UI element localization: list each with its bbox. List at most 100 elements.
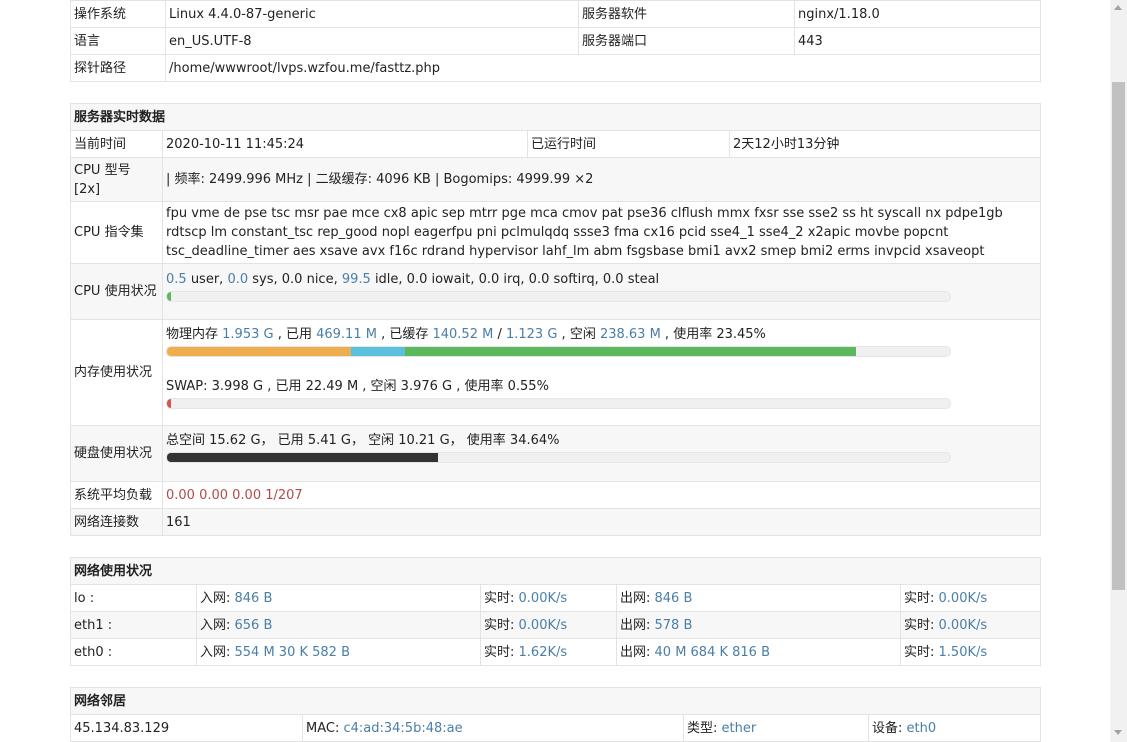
cpu-usage-cell: 0.5 user, 0.0 sys, 0.0 nice, 99.5 idle, … <box>161 263 1042 320</box>
load-average-value: 0.00 0.00 0.00 1/207 <box>161 481 1042 509</box>
network-neighbors-table: 网络邻居 45.134.83.129 MAC: c4:ad:34:5b:48:a… <box>69 687 1042 742</box>
interface-name: eth0 : <box>70 638 197 666</box>
section-header: 网络使用状况 <box>69 557 1042 585</box>
probe-path-label: 探针路径 <box>70 54 166 82</box>
outbound-total: 出网: 40 M 684 K 816 B <box>616 638 901 666</box>
mem-cached2-value: 1.123 G <box>505 326 558 342</box>
inbound-realtime-value: 1.62K/s <box>518 644 568 660</box>
memory-used-fill <box>167 346 351 356</box>
neighbor-mac: MAC: c4:ad:34:5b:48:ae <box>302 714 684 742</box>
memory-progress-bar <box>166 345 951 357</box>
network-usage-table: 网络使用状况 lo : 入网: 846 B 实时: 0.00K/s 出网: 84… <box>69 557 1042 666</box>
inbound-total: 入网: 846 B <box>196 584 481 612</box>
mem-free-value: 238.63 M <box>599 326 661 342</box>
inbound-value: 554 M 30 K 582 B <box>234 644 351 660</box>
outbound-realtime-value: 0.00K/s <box>938 617 988 633</box>
mem-used-prefix: , 已用 <box>273 326 317 342</box>
cpu-model-value: | 频率: 2499.996 MHz | 二级缓存: 4096 KB | Bog… <box>161 157 1042 202</box>
memory-cached-fill <box>350 346 406 356</box>
memory-usage-cell: 物理内存 1.953 G , 已用 469.11 M , 已缓存 140.52 … <box>161 319 1042 426</box>
cpu-idle-suffix: idle, 0.0 iowait, 0.0 irq, 0.0 softirq, … <box>370 271 660 287</box>
cpu-sys-value: 0.0 <box>227 271 249 287</box>
inbound-realtime-value: 0.00K/s <box>518 590 568 606</box>
device-value: eth0 <box>906 720 937 736</box>
inbound-realtime: 实时: 0.00K/s <box>480 611 617 639</box>
table-row: 内存使用状况 物理内存 1.953 G , 已用 469.11 M , 已缓存 … <box>70 319 1042 426</box>
inbound-total: 入网: 656 B <box>196 611 481 639</box>
load-average-label: 系统平均负载 <box>70 481 163 509</box>
outbound-value: 846 B <box>654 590 693 606</box>
os-value: Linux 4.4.0-87-generic <box>165 0 579 28</box>
memory-text: 物理内存 1.953 G , 已用 469.11 M , 已缓存 140.52 … <box>166 325 1037 344</box>
memory-buffer-fill <box>405 346 856 356</box>
disk-usage-label: 硬盘使用状况 <box>70 425 163 482</box>
interface-name: eth1 : <box>70 611 197 639</box>
outbound-realtime: 实时: 0.00K/s <box>899 584 1042 612</box>
network-title: 网络使用状况 <box>69 557 1042 585</box>
table-row: CPU 指令集 fpu vme de pse tsc msr pae mce c… <box>70 201 1042 264</box>
table-row: 45.134.83.129 MAC: c4:ad:34:5b:48:ae 类型:… <box>70 714 1042 742</box>
type-value: ether <box>721 720 757 736</box>
neighbor-ip: 45.134.83.129 <box>70 714 303 742</box>
realtime-label: 实时: <box>484 644 519 660</box>
mem-cached-prefix: , 已缓存 <box>376 326 433 342</box>
outbound-realtime-value: 1.50K/s <box>938 644 988 660</box>
cpu-user-suffix: user, <box>186 271 228 287</box>
table-row: 系统平均负载 0.00 0.00 0.00 1/207 <box>70 481 1042 509</box>
outbound-realtime-value: 0.00K/s <box>938 590 988 606</box>
disk-text: 总空间 15.62 G， 已用 5.41 G， 空闲 10.21 G， 使用率 … <box>166 432 560 448</box>
section-header: 服务器实时数据 <box>69 103 1042 131</box>
neighbor-type: 类型: ether <box>683 714 869 742</box>
realtime-label: 实时: <box>484 590 519 606</box>
type-label: 类型: <box>687 720 722 736</box>
inbound-value: 656 B <box>234 617 273 633</box>
cpu-usage-label: CPU 使用状况 <box>70 263 163 320</box>
outbound-value: 578 B <box>654 617 693 633</box>
cpu-user-value: 0.5 <box>166 271 187 287</box>
cpu-idle-value: 99.5 <box>341 271 371 287</box>
table-row: CPU 使用状况 0.5 user, 0.0 sys, 0.0 nice, 99… <box>70 263 1042 320</box>
server-port-value: 443 <box>794 27 1041 55</box>
uptime-value: 2天12小时13分钟 <box>728 130 1042 158</box>
mem-free-prefix: , 空闲 <box>557 326 600 342</box>
cpu-usage-text: 0.5 user, 0.0 sys, 0.0 nice, 99.5 idle, … <box>166 270 1037 289</box>
mem-rate-text: , 使用率 23.45% <box>660 326 766 342</box>
disk-progress-bar <box>166 451 951 463</box>
mac-value: c4:ad:34:5b:48:ae <box>343 720 463 736</box>
scroll-down-arrow-icon[interactable] <box>1110 725 1127 742</box>
mem-slash: / <box>493 326 506 342</box>
memory-usage-label: 内存使用状况 <box>70 319 163 426</box>
probe-content: 操作系统 Linux 4.4.0-87-generic 服务器软件 nginx/… <box>69 0 1042 742</box>
inbound-realtime: 实时: 1.62K/s <box>480 638 617 666</box>
neighbor-device: 设备: eth0 <box>867 714 1042 742</box>
current-time-label: 当前时间 <box>70 130 163 158</box>
realtime-data-table: 服务器实时数据 当前时间 2020-10-11 11:45:24 已运行时间 2… <box>69 103 1042 536</box>
table-row: 硬盘使用状况 总空间 15.62 G， 已用 5.41 G， 空闲 10.21 … <box>70 425 1042 482</box>
realtime-title: 服务器实时数据 <box>69 103 1042 131</box>
outbound-value: 40 M 684 K 816 B <box>654 644 771 660</box>
outbound-label: 出网: <box>620 590 655 606</box>
mac-label: MAC: <box>306 720 344 736</box>
scrollbar-thumb[interactable] <box>1112 82 1125 590</box>
outbound-total: 出网: 846 B <box>616 584 901 612</box>
inbound-realtime-value: 0.00K/s <box>518 617 568 633</box>
table-row: eth0 : 入网: 554 M 30 K 582 B 实时: 1.62K/s … <box>70 638 1042 666</box>
table-row: lo : 入网: 846 B 实时: 0.00K/s 出网: 846 B 实时:… <box>70 584 1042 612</box>
language-value: en_US.UTF-8 <box>165 27 579 55</box>
os-label: 操作系统 <box>70 0 166 28</box>
vertical-scrollbar[interactable] <box>1110 0 1127 742</box>
swap-progress-fill <box>167 398 172 408</box>
scroll-up-arrow-icon[interactable] <box>1110 0 1127 17</box>
inbound-label: 入网: <box>200 590 235 606</box>
cpu-sys-suffix: sys, 0.0 nice, <box>248 271 342 287</box>
uptime-label: 已运行时间 <box>527 130 730 158</box>
table-row: 操作系统 Linux 4.4.0-87-generic 服务器软件 nginx/… <box>70 0 1041 28</box>
connections-value: 161 <box>161 508 1042 536</box>
table-row: 当前时间 2020-10-11 11:45:24 已运行时间 2天12小时13分… <box>70 130 1042 158</box>
cpu-model-label: CPU 型号 [2x] <box>70 157 163 202</box>
server-software-value: nginx/1.18.0 <box>794 0 1041 28</box>
outbound-realtime: 实时: 1.50K/s <box>899 638 1042 666</box>
realtime-label: 实时: <box>484 617 519 633</box>
swap-text: SWAP: 3.998 G , 已用 22.49 M , 空闲 3.976 G … <box>166 378 549 394</box>
inbound-value: 846 B <box>234 590 273 606</box>
